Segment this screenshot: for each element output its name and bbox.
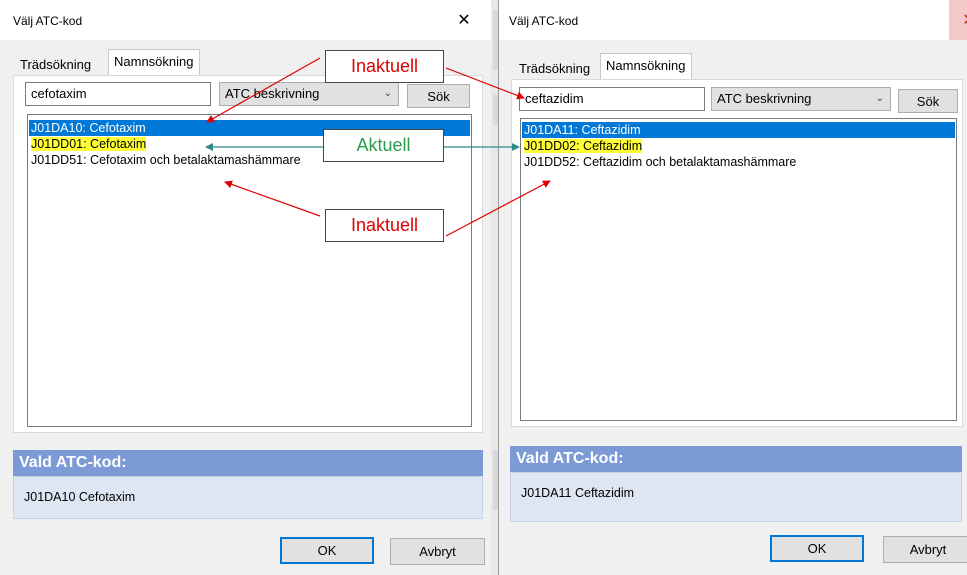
tab-panel: ceftazidim ATC beskrivning ⌄ Sök J01DA11… — [511, 79, 963, 427]
vald-atc-header: Vald ATC-kod: — [13, 450, 483, 476]
list-item-label: J01DD51: Cefotaxim och betalaktamashämma… — [31, 153, 301, 167]
list-item[interactable]: J01DD02: Ceftazidim — [522, 138, 955, 154]
tab-namnsokning[interactable]: Namnsökning — [108, 49, 200, 76]
select-value: ATC beskrivning — [225, 86, 320, 101]
select-value: ATC beskrivning — [717, 91, 812, 106]
atc-dialog-left: Välj ATC-kod ✕ Trädsökning Namnsökning c… — [0, 0, 493, 575]
list-item[interactable]: J01DD52: Ceftazidim och betalaktamashämm… — [522, 154, 955, 170]
vald-atc-value: J01DA11 Ceftazidim — [521, 486, 635, 500]
search-input[interactable]: cefotaxim — [25, 82, 211, 106]
callout-label: Aktuell — [356, 135, 411, 155]
list-item-label: J01DD52: Ceftazidim och betalaktamashämm… — [524, 155, 797, 169]
list-item-label: J01DA10: Cefotaxim — [31, 121, 146, 135]
window-title: Välj ATC-kod — [13, 14, 83, 28]
vald-atc-box: J01DA10 Cefotaxim — [13, 476, 483, 519]
vald-atc-value: J01DA10 Cefotaxim — [24, 490, 136, 504]
close-icon: ✕ — [457, 12, 471, 29]
callout-inaktuell-top: Inaktuell — [325, 50, 444, 83]
callout-label: Inaktuell — [350, 215, 419, 235]
list-item-label: J01DA11: Ceftazidim — [524, 123, 641, 137]
search-button[interactable]: Sök — [898, 89, 958, 113]
atc-type-select[interactable]: ATC beskrivning ⌄ — [711, 87, 891, 111]
results-list[interactable]: J01DA11: Ceftazidim J01DD02: Ceftazidim … — [520, 118, 957, 421]
window-title: Välj ATC-kod — [509, 14, 579, 28]
chevron-down-icon: ⌄ — [383, 88, 392, 99]
tab-tradsokning[interactable]: Trädsökning — [514, 59, 596, 79]
close-icon: ✕ — [962, 10, 967, 30]
tab-namnsokning[interactable]: Namnsökning — [600, 53, 692, 80]
callout-aktuell: Aktuell — [323, 129, 444, 162]
atc-dialog-right: Välj ATC-kod ✕ Trädsökning Namnsökning c… — [498, 0, 967, 575]
vald-atc-box: J01DA11 Ceftazidim — [510, 472, 962, 522]
cancel-button[interactable]: Avbryt — [883, 536, 967, 563]
list-item[interactable]: J01DA11: Ceftazidim — [522, 122, 955, 138]
callout-label: Inaktuell — [350, 56, 419, 76]
search-button[interactable]: Sök — [407, 84, 470, 108]
title-bar: Välj ATC-kod ✕ — [499, 0, 967, 40]
tab-tradsokning[interactable]: Trädsökning — [15, 55, 97, 75]
atc-type-select[interactable]: ATC beskrivning ⌄ — [219, 82, 399, 106]
title-bar: Välj ATC-kod ✕ — [0, 0, 493, 40]
ok-button[interactable]: OK — [770, 535, 864, 562]
ok-button[interactable]: OK — [280, 537, 374, 564]
callout-inaktuell-bottom: Inaktuell — [325, 209, 444, 242]
list-item-label: J01DD02: Ceftazidim — [524, 139, 643, 153]
close-button[interactable]: ✕ — [441, 0, 487, 40]
vald-atc-header: Vald ATC-kod: — [510, 446, 962, 472]
search-input[interactable]: ceftazidim — [519, 87, 705, 111]
list-item-label: J01DD01: Cefotaxim — [31, 137, 147, 151]
close-button[interactable]: ✕ — [949, 0, 967, 40]
cancel-button[interactable]: Avbryt — [390, 538, 485, 565]
chevron-down-icon: ⌄ — [875, 93, 884, 104]
